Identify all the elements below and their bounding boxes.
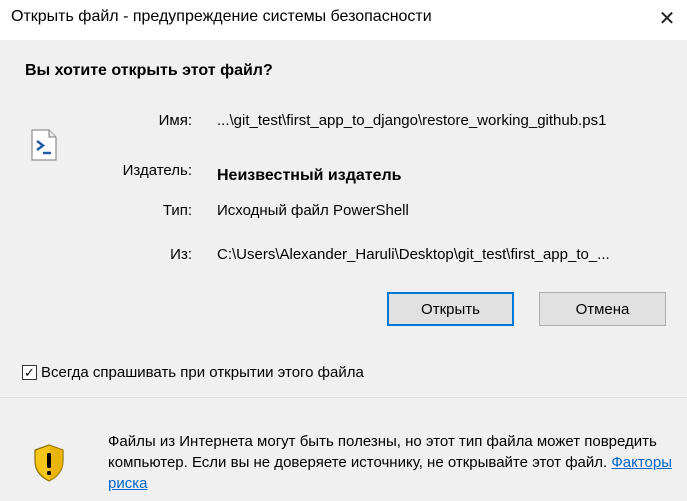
from-value: C:\Users\Alexander_Haruli\Desktop\git_te… [217, 246, 610, 263]
security-shield-warning-icon [34, 444, 64, 482]
title-bar: Открыть файл - предупреждение системы бе… [0, 0, 687, 40]
open-button[interactable]: Открыть [387, 292, 514, 326]
from-label: Из: [170, 246, 192, 263]
powershell-script-icon [31, 129, 57, 161]
publisher-value: Неизвестный издатель [217, 167, 402, 184]
close-icon: ✕ [658, 7, 676, 30]
always-ask-label[interactable]: Всегда спрашивать при открытии этого фай… [41, 364, 364, 381]
dialog-question: Вы хотите открыть этот файл? [25, 62, 273, 79]
publisher-label: Издатель: [122, 162, 192, 179]
type-label: Тип: [162, 202, 192, 219]
checkmark-icon: ✓ [24, 365, 35, 380]
name-label: Имя: [158, 112, 192, 129]
always-ask-checkbox-row[interactable]: ✓ Всегда спрашивать при открытии этого ф… [22, 364, 364, 381]
close-button[interactable]: ✕ [647, 0, 687, 36]
warning-footer: Файлы из Интернета могут быть полезны, н… [0, 398, 687, 501]
warning-message: Файлы из Интернета могут быть полезны, н… [108, 431, 683, 494]
name-value: ...\git_test\first_app_to_django\restore… [217, 112, 607, 129]
warning-text: Файлы из Интернета могут быть полезны, н… [108, 433, 657, 471]
type-value: Исходный файл PowerShell [217, 202, 409, 219]
window-title: Открыть файл - предупреждение системы бе… [11, 8, 432, 25]
dialog-body: Вы хотите открыть этот файл? Имя: ...\gi… [0, 40, 687, 397]
cancel-button[interactable]: Отмена [539, 292, 666, 326]
always-ask-checkbox[interactable]: ✓ [22, 365, 37, 380]
security-warning-dialog: Открыть файл - предупреждение системы бе… [0, 0, 687, 501]
